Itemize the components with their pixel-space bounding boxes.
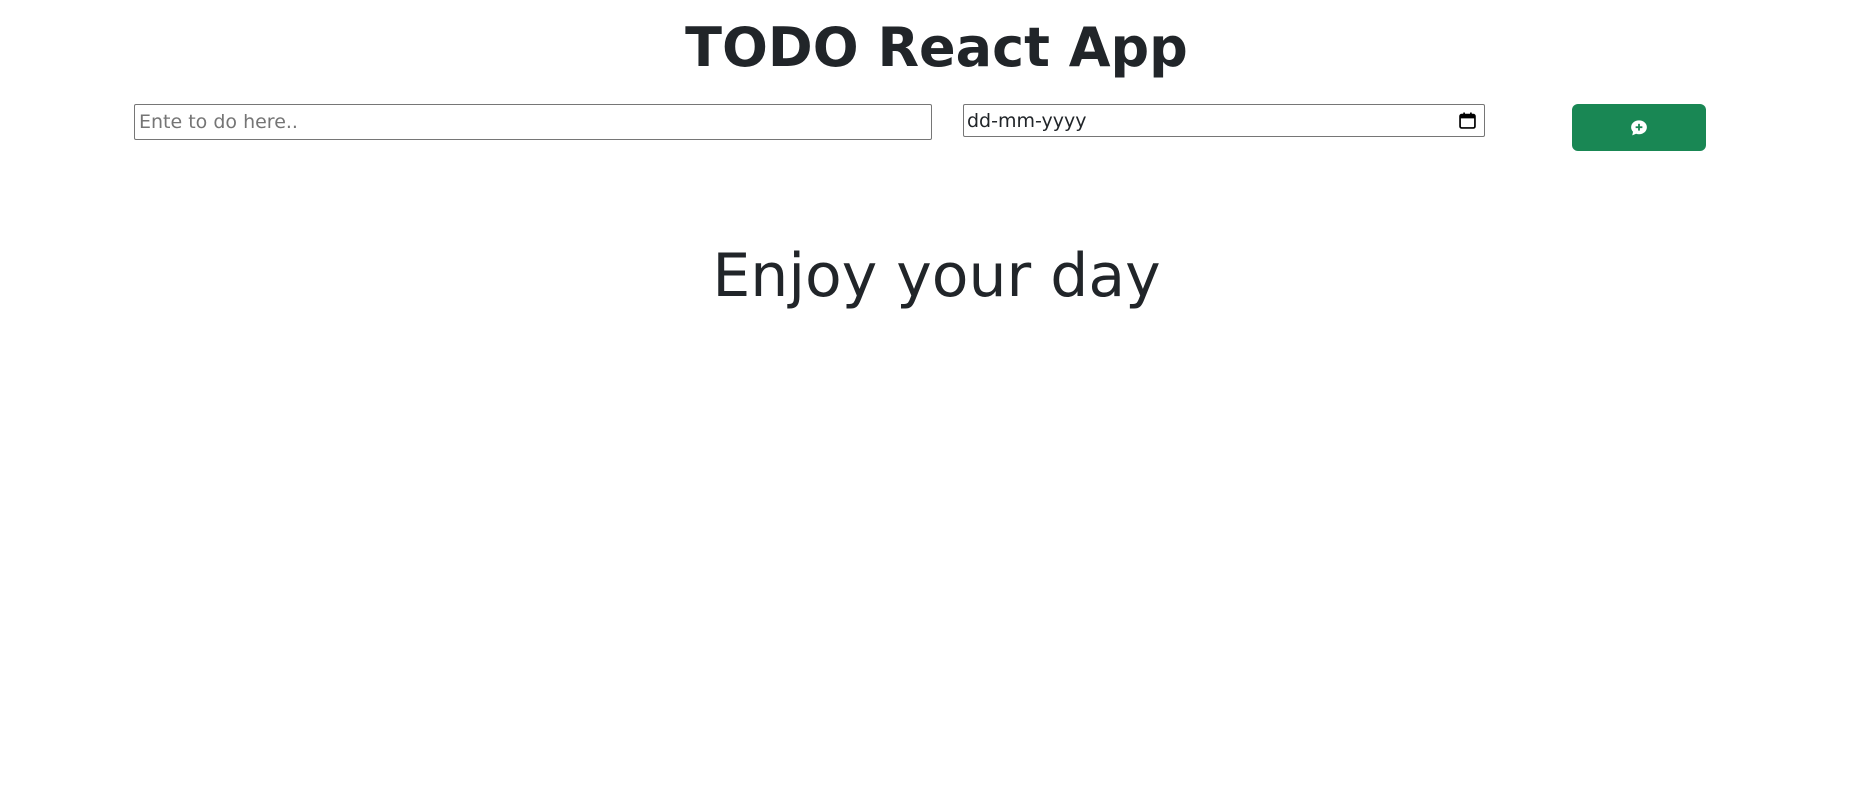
due-date-input[interactable]: dd-mm-yyyy [963, 104, 1485, 137]
calendar-icon[interactable] [1459, 112, 1476, 129]
empty-state-message: Enjoy your day [712, 241, 1161, 311]
page-title: TODO React App [685, 16, 1188, 79]
chat-plus-icon [1631, 119, 1647, 135]
todo-text-input[interactable] [134, 104, 932, 140]
todo-app: TODO React App dd-mm-yyyy Enjoy your day [0, 0, 1873, 810]
add-todo-button[interactable] [1572, 104, 1706, 151]
date-placeholder: dd-mm-yyyy [967, 110, 1087, 132]
